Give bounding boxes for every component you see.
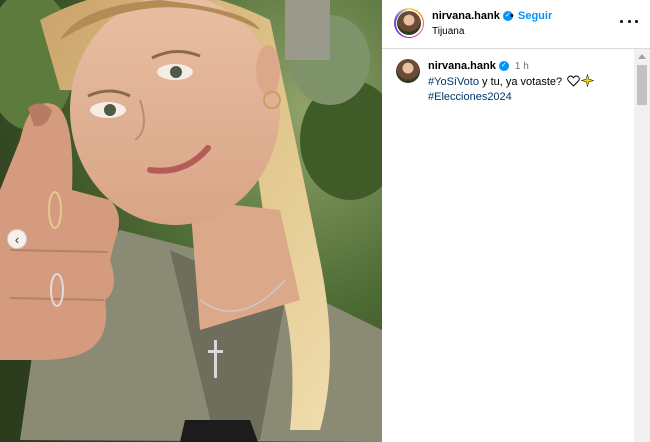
post-username[interactable]: nirvana.hank ✓ xyxy=(432,10,513,22)
avatar[interactable] xyxy=(394,8,424,38)
caption-text: y tu, ya votaste? xyxy=(478,76,566,88)
scroll-up-arrow-icon[interactable] xyxy=(634,49,650,63)
post-location[interactable]: Tijuana xyxy=(432,26,464,37)
selfie-image xyxy=(0,0,382,442)
avatar-image xyxy=(397,11,421,35)
verified-badge-icon: ✓ xyxy=(498,61,509,72)
caption-username[interactable]: nirvana.hank xyxy=(428,60,496,72)
avatar-image xyxy=(396,59,420,83)
scrollbar[interactable] xyxy=(634,49,650,442)
comments-area: nirvana.hank ✓ 1 h #YoSíVoto y tu, ya vota… xyxy=(382,49,634,442)
caption-avatar[interactable] xyxy=(396,59,420,83)
follow-button[interactable]: Seguir xyxy=(518,10,552,22)
post-header: nirvana.hank ✓ • Seguir Tijuana xyxy=(382,0,650,49)
chevron-left-icon: ‹ xyxy=(14,231,20,247)
hashtag-link[interactable]: #YoSíVoto xyxy=(428,76,479,88)
post-photo[interactable]: ‹ xyxy=(0,0,382,442)
hashtag-link[interactable]: #Elecciones2024 xyxy=(428,91,512,103)
caption: nirvana.hank ✓ 1 h #YoSíVoto y tu, ya vota… xyxy=(428,59,628,105)
separator-dot: • xyxy=(510,10,514,22)
post-details-panel: nirvana.hank ✓ • Seguir Tijuana nirvana.h… xyxy=(382,0,650,442)
caption-time[interactable]: 1 h xyxy=(515,61,529,72)
heart-icon xyxy=(567,75,581,87)
sparkle-icon xyxy=(581,74,595,87)
scrollbar-thumb[interactable] xyxy=(637,65,647,105)
username-text[interactable]: nirvana.hank xyxy=(432,10,500,22)
more-options-icon[interactable] xyxy=(620,14,638,28)
carousel-prev-button[interactable]: ‹ xyxy=(7,229,27,249)
